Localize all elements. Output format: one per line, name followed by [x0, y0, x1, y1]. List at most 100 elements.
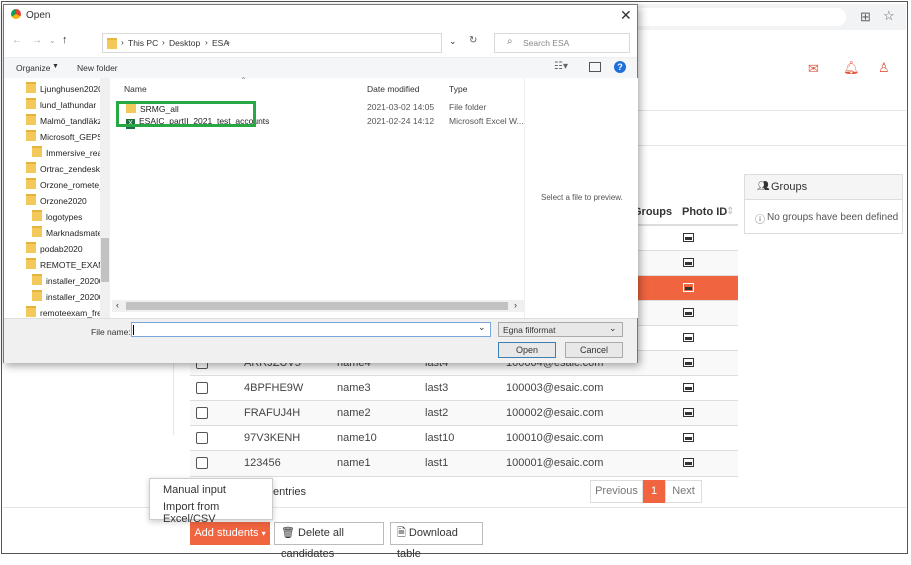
chevron-down-icon[interactable]: ⌄: [478, 322, 486, 333]
scroll-left-icon[interactable]: ‹: [116, 300, 119, 310]
previous-page-button[interactable]: Previous: [590, 480, 643, 503]
users-icon: 👥︎: [757, 181, 770, 192]
file-type-select[interactable]: Egna filformat ⌄: [498, 322, 623, 337]
new-folder-button[interactable]: New folder: [77, 63, 118, 73]
photo-icon[interactable]: [683, 308, 694, 317]
type-column-header[interactable]: Type: [449, 84, 467, 94]
tree-item-label: Immersive_read: [46, 148, 107, 158]
first-name: name1: [337, 457, 371, 469]
preview-pane: Select a file to preview.: [524, 78, 638, 318]
tree-item-label: Orzone_romete_: [40, 180, 104, 190]
row-checkbox[interactable]: [196, 457, 208, 469]
preview-pane-icon[interactable]: [589, 62, 601, 72]
help-icon[interactable]: ?: [614, 61, 626, 73]
name-column-header[interactable]: Name: [124, 84, 147, 94]
up-icon[interactable]: ↑: [62, 34, 68, 46]
horizontal-scrollbar[interactable]: ‹ ›: [112, 300, 524, 312]
table-row[interactable]: 123456 name1 last1 100001@esaic.com: [190, 450, 738, 477]
photo-icon[interactable]: [683, 383, 694, 392]
tree-item-label: Marknadsmate: [46, 228, 103, 238]
folder-icon: [26, 242, 36, 253]
photo-icon[interactable]: [683, 358, 694, 367]
refresh-icon[interactable]: ↻: [469, 35, 477, 46]
file-name-input[interactable]: ⌄: [131, 322, 491, 337]
back-icon[interactable]: ←: [12, 35, 22, 46]
import-excel-item[interactable]: Import from Excel/CSV: [163, 501, 272, 525]
row-checkbox[interactable]: [196, 382, 208, 394]
photo-icon[interactable]: [683, 433, 694, 442]
first-name: name2: [337, 407, 371, 419]
path-bar[interactable]: › This PC › Desktop › ESA › ⌄: [102, 33, 457, 53]
scrollbar-thumb[interactable]: [126, 302, 508, 310]
close-icon[interactable]: ✕: [620, 7, 632, 24]
info-icon: ⓘ: [755, 215, 765, 226]
photo-icon[interactable]: [683, 283, 694, 292]
photo-icon[interactable]: [683, 258, 694, 267]
organize-button[interactable]: Organize: [16, 63, 51, 73]
folder-icon: [32, 226, 42, 237]
file-modified: 2021-02-24 14:12: [367, 116, 435, 126]
next-page-button[interactable]: Next: [665, 480, 702, 503]
file-type-value: Egna filformat: [503, 325, 556, 335]
row-checkbox[interactable]: [196, 407, 208, 419]
photo-icon[interactable]: [683, 333, 694, 342]
row-checkbox[interactable]: [196, 432, 208, 444]
candidate-id: 97V3KENH: [244, 432, 301, 444]
download-table-button[interactable]: 🗎︎ Download table: [390, 522, 483, 560]
folder-icon: [26, 258, 36, 269]
tree-item-label: Ljunghusen2020: [40, 84, 103, 94]
photo-icon[interactable]: [683, 408, 694, 417]
photo-id-column-header[interactable]: Photo ID: [682, 206, 727, 218]
groups-title: Groups: [771, 181, 808, 193]
star-icon[interactable]: ☆: [883, 8, 895, 24]
table-row[interactable]: 97V3KENH name10 last10 100010@esaic.com: [190, 425, 738, 451]
forward-icon[interactable]: →: [32, 35, 42, 46]
address-bar[interactable]: [630, 8, 846, 26]
translate-icon[interactable]: ⊞: [860, 9, 871, 25]
open-button[interactable]: Open: [498, 342, 556, 358]
first-name: name10: [337, 432, 377, 444]
dialog-toolbar: Organize ▼ New folder ☷▾ ?: [4, 57, 637, 79]
folder-icon: [26, 82, 36, 93]
delete-all-button[interactable]: 🗑︎ Delete all candidates: [274, 522, 384, 560]
modified-column-header[interactable]: Date modified: [367, 84, 419, 94]
bell-icon[interactable]: 🔔︎: [843, 60, 860, 76]
photo-icon[interactable]: [683, 233, 694, 242]
tree-scrollbar[interactable]: [100, 78, 110, 318]
sort-up-icon: ⌃: [240, 76, 247, 85]
table-row[interactable]: 4BPFHE9W name3 last3 100003@esaic.com: [190, 375, 738, 401]
file-type: File folder: [449, 102, 487, 112]
folder-icon: [26, 114, 36, 125]
highlight-box: [116, 101, 256, 127]
page-1-button[interactable]: 1: [643, 480, 665, 503]
candidate-id: 4BPFHE9W: [244, 382, 304, 394]
breadcrumb-desktop[interactable]: Desktop: [169, 38, 200, 48]
search-placeholder: Search ESA: [523, 38, 570, 48]
chevron-down-icon[interactable]: ⌄: [449, 36, 457, 47]
first-name: name3: [337, 382, 371, 394]
folder-icon: [32, 146, 42, 157]
download-table-label: Download table: [397, 527, 458, 560]
mail-icon[interactable]: ✉: [808, 61, 819, 77]
add-students-button[interactable]: Add students ▾: [190, 522, 270, 545]
footer-divider: [3, 507, 906, 508]
groups-column-header[interactable]: Groups: [633, 206, 672, 218]
email: 100001@esaic.com: [506, 457, 604, 469]
user-icon[interactable]: ♙: [878, 60, 890, 76]
candidate-id: 123456: [244, 457, 281, 469]
sort-icon[interactable]: ⇕: [726, 206, 734, 217]
last-name: last10: [425, 432, 455, 444]
cancel-button[interactable]: Cancel: [565, 342, 623, 358]
breadcrumb-this-pc[interactable]: This PC: [128, 38, 158, 48]
chevron-down-icon[interactable]: ⌄: [49, 36, 56, 45]
scroll-right-icon[interactable]: ›: [514, 300, 517, 310]
scrollbar-thumb[interactable]: [101, 238, 109, 282]
photo-icon[interactable]: [683, 458, 694, 467]
view-options-icon[interactable]: ☷▾: [554, 61, 568, 72]
search-field[interactable]: ⌕ Search ESA: [494, 33, 630, 53]
folder-icon: [32, 210, 42, 221]
search-icon: ⌕: [507, 36, 513, 47]
table-row[interactable]: FRAFUJ4H name2 last2 100002@esaic.com: [190, 400, 738, 426]
manual-input-item[interactable]: Manual input: [163, 484, 226, 496]
groups-panel: 👥︎ Groups ⓘ No groups have been defined: [744, 174, 903, 234]
